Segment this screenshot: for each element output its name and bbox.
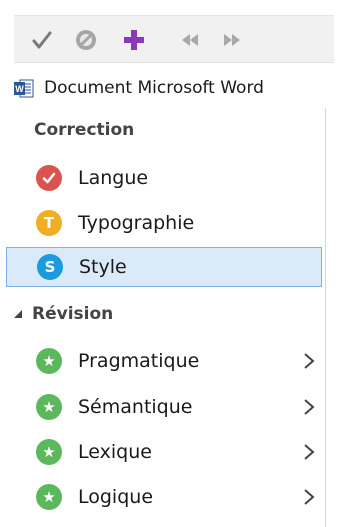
item-lexique[interactable]: ★ Lexique [28,432,322,472]
chevron-right-icon [304,399,315,415]
collapse-triangle-icon [14,310,22,318]
plus-icon [124,30,144,50]
star-circle-icon: ★ [36,394,62,420]
item-label: Logique [78,486,154,508]
star-circle-icon: ★ [36,439,62,465]
item-label: Langue [78,167,149,189]
panel-divider [325,108,326,527]
word-icon: W [14,79,34,97]
item-label: Style [79,256,127,278]
item-style[interactable]: S Style [6,247,322,287]
block-icon [76,30,96,50]
section-title-correction: Correction [34,120,135,140]
check-icon [32,31,52,49]
toolbar [14,15,334,63]
section-header-revision[interactable]: Révision [12,304,113,324]
double-chevron-left-icon [182,34,198,46]
section-title-revision: Révision [32,304,114,324]
s-circle-icon: S [37,254,63,280]
item-label: Lexique [78,441,152,463]
item-label: Pragmatique [78,350,200,372]
accept-button[interactable] [28,26,56,54]
item-label: Sémantique [78,396,193,418]
document-title: Document Microsoft Word [44,78,264,98]
item-label: Typographie [78,212,195,234]
ignore-button[interactable] [72,26,100,54]
next-button[interactable] [218,26,246,54]
chevron-right-icon [304,444,315,460]
item-typographie[interactable]: T Typographie [28,203,322,243]
item-pragmatique[interactable]: ★ Pragmatique [28,341,322,381]
item-semantique[interactable]: ★ Sémantique [28,387,322,427]
svg-text:W: W [15,84,24,94]
chevron-right-icon [304,489,315,505]
correction-panel-window: W Document Microsoft Word Correction Lan… [0,0,342,527]
chevron-right-icon [304,353,315,369]
star-circle-icon: ★ [36,348,62,374]
previous-button[interactable] [176,26,204,54]
t-circle-icon: T [36,210,62,236]
item-logique[interactable]: ★ Logique [28,477,322,517]
document-header: W Document Microsoft Word [14,72,264,104]
double-chevron-right-icon [224,34,240,46]
check-circle-icon [36,165,62,191]
star-circle-icon: ★ [36,484,62,510]
item-langue[interactable]: Langue [28,158,322,198]
add-button[interactable] [120,26,148,54]
